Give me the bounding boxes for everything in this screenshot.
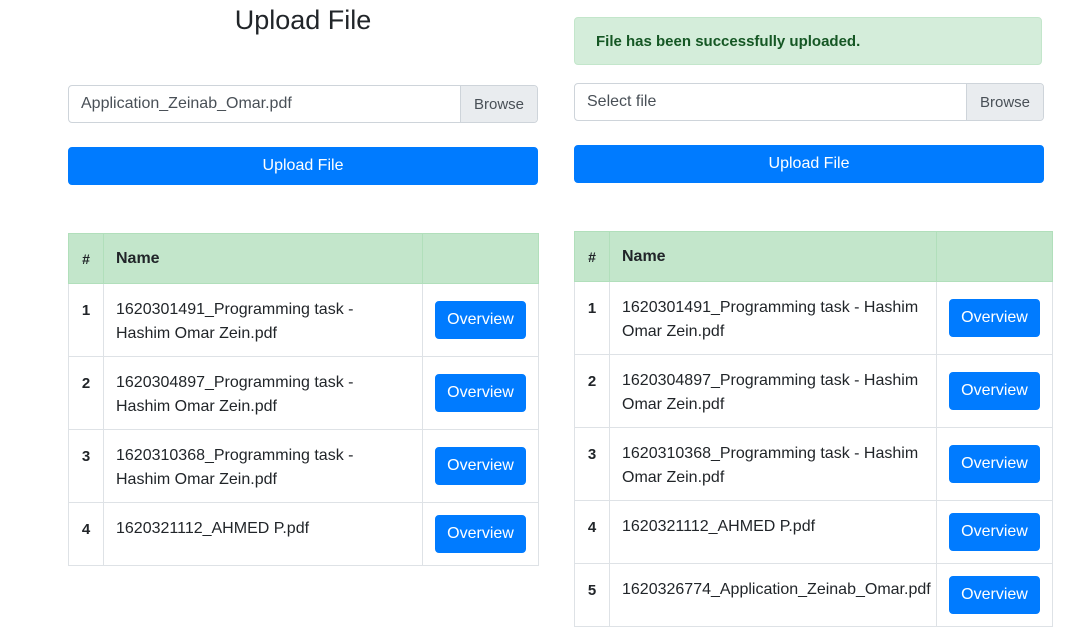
column-header-name: Name [609,231,937,282]
row-number: 3 [574,427,610,501]
page-title: Upload File [234,5,372,35]
file-input[interactable]: Select file Browse [574,83,1044,121]
upload-file-button[interactable]: Upload File [574,145,1044,183]
file-input-value: Application_Zeinab_Omar.pdf [81,95,292,112]
file-name: 1620310368_Programming task - Hashim Oma… [609,427,937,501]
column-header-number: # [68,233,104,284]
file-name: 1620321112_AHMED P.pdf [103,502,423,566]
table-row: 3 1620310368_Programming task - Hashim O… [574,427,1053,501]
file-name: 1620304897_Programming task - Hashim Oma… [103,356,423,430]
file-name: 1620321112_AHMED P.pdf [609,500,937,564]
overview-button[interactable]: Overview [949,299,1040,337]
browse-button[interactable]: Browse [966,84,1043,120]
row-number: 1 [574,281,610,355]
row-number: 4 [574,500,610,564]
table-row: 1 1620301491_Programming task - Hashim O… [68,283,539,357]
table-row: 2 1620304897_Programming task - Hashim O… [574,354,1053,428]
file-input[interactable]: Application_Zeinab_Omar.pdf Browse [68,85,538,123]
overview-button[interactable]: Overview [949,513,1040,551]
row-number: 3 [68,429,104,503]
overview-button[interactable]: Overview [435,447,526,485]
table-row: 3 1620310368_Programming task - Hashim O… [68,429,539,503]
file-name: 1620301491_Programming task - Hashim Oma… [103,283,423,357]
row-number: 4 [68,502,104,566]
overview-button[interactable]: Overview [435,515,526,553]
file-name: 1620304897_Programming task - Hashim Oma… [609,354,937,428]
column-header-action [936,231,1053,282]
table-row: 4 1620321112_AHMED P.pdf Overview [68,502,539,566]
table-row: 2 1620304897_Programming task - Hashim O… [68,356,539,430]
upload-file-button[interactable]: Upload File [68,147,538,185]
overview-button[interactable]: Overview [435,374,526,412]
files-table: # Name 1 1620301491_Programming task - H… [574,231,1053,627]
column-header-number: # [574,231,610,282]
row-number: 2 [574,354,610,428]
table-row: 4 1620321112_AHMED P.pdf Overview [574,500,1053,564]
column-header-name: Name [103,233,423,284]
overview-button[interactable]: Overview [949,445,1040,483]
overview-button[interactable]: Overview [435,301,526,339]
column-header-action [422,233,539,284]
file-name: 1620326774_Application_Zeinab_Omar.pdf [609,563,937,627]
overview-button[interactable]: Overview [949,372,1040,410]
table-row: 5 1620326774_Application_Zeinab_Omar.pdf… [574,563,1053,627]
file-name: 1620301491_Programming task - Hashim Oma… [609,281,937,355]
row-number: 2 [68,356,104,430]
files-table: # Name 1 1620301491_Programming task - H… [68,233,539,566]
success-alert: File has been successfully uploaded. [574,17,1042,65]
overview-button[interactable]: Overview [949,576,1040,614]
row-number: 1 [68,283,104,357]
table-header-row: # Name [574,231,1053,282]
file-name: 1620310368_Programming task - Hashim Oma… [103,429,423,503]
table-row: 1 1620301491_Programming task - Hashim O… [574,281,1053,355]
browse-button[interactable]: Browse [460,86,537,122]
row-number: 5 [574,563,610,627]
table-header-row: # Name [68,233,539,284]
file-input-placeholder: Select file [587,93,657,110]
